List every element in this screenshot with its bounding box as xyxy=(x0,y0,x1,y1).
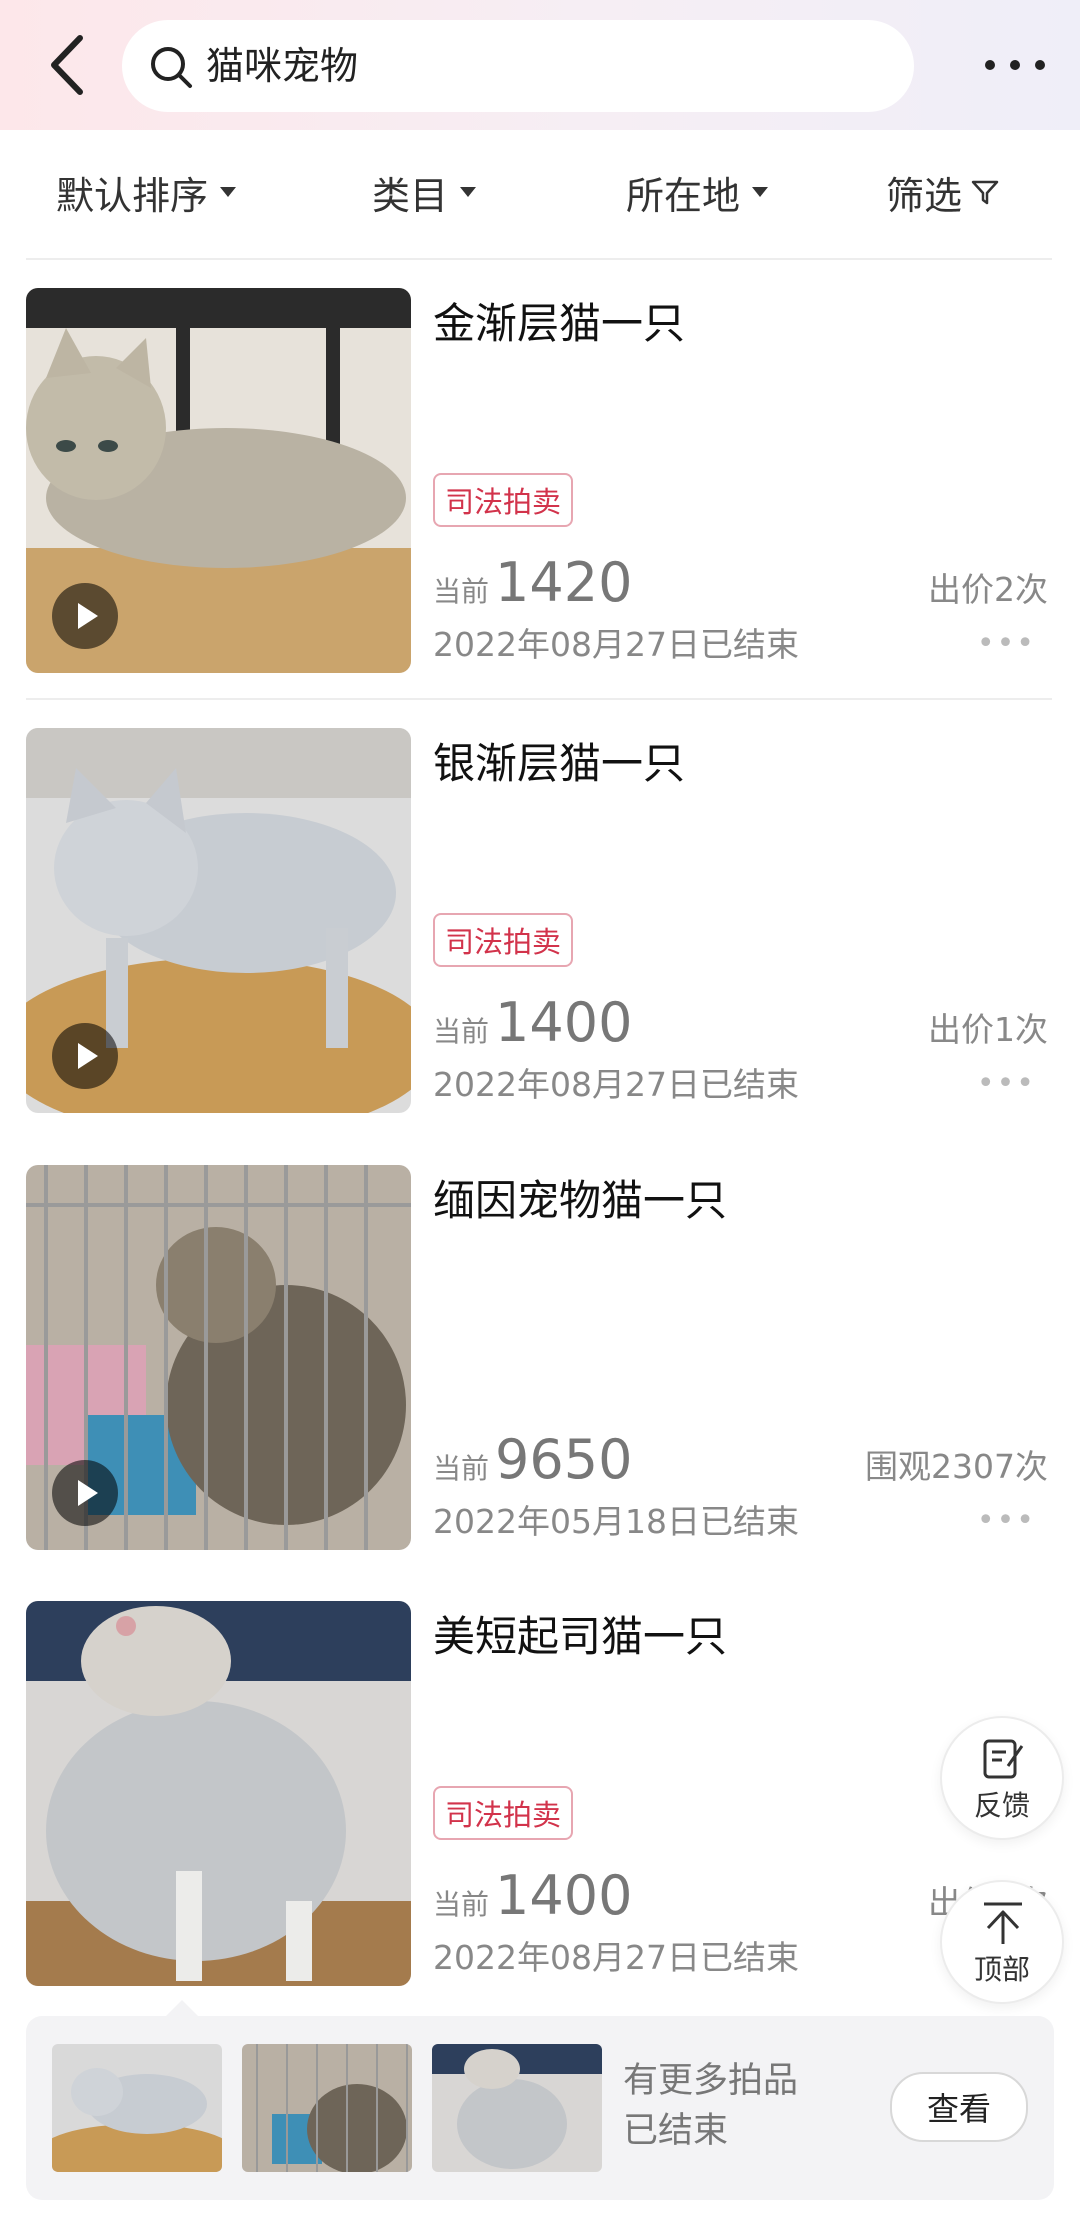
back-to-top-button[interactable]: 顶部 xyxy=(940,1880,1064,2004)
end-date: 2022年08月27日已结束 xyxy=(433,625,799,664)
item-title: 缅因宠物猫一只 xyxy=(433,1176,728,1225)
price-label: 当前 xyxy=(433,1015,490,1048)
item-thumbnail[interactable] xyxy=(26,1601,411,1986)
view-count: 围观2307次 xyxy=(865,1447,1048,1486)
divider xyxy=(26,258,1052,260)
item-thumbnail[interactable] xyxy=(26,728,411,1113)
price-label: 当前 xyxy=(433,1452,490,1485)
price-row: 当前 9650 xyxy=(433,1428,632,1491)
price-value: 9650 xyxy=(495,1428,633,1491)
price-value: 1400 xyxy=(495,991,633,1054)
more-options-icon[interactable] xyxy=(980,40,1050,90)
item-title: 金渐层猫一只 xyxy=(433,299,686,348)
caret-down-icon xyxy=(752,187,769,197)
price-value: 1400 xyxy=(495,1864,633,1927)
filter-location[interactable]: 所在地 xyxy=(626,160,769,224)
item-thumbnail[interactable] xyxy=(26,1165,411,1550)
search-icon xyxy=(151,47,192,88)
filter-screen-label: 筛选 xyxy=(886,173,963,218)
filter-screen[interactable]: 筛选 xyxy=(886,160,1000,224)
list-item[interactable]: 银渐层猫一只 司法拍卖 当前 1400 出价1次 2022年08月27日已结束 … xyxy=(0,728,1080,1128)
filter-category-label: 类目 xyxy=(372,173,449,218)
cat-photo xyxy=(26,1601,411,1986)
list-item[interactable]: 美短起司猫一只 司法拍卖 当前 1400 出价1次 2022年08月27日已结束 xyxy=(0,1601,1080,2001)
price-label: 当前 xyxy=(433,1888,490,1921)
top-label: 顶部 xyxy=(973,1953,1030,1986)
cat-photo xyxy=(242,2044,412,2172)
feedback-label: 反馈 xyxy=(973,1789,1030,1822)
list-item[interactable]: 缅因宠物猫一只 当前 9650 围观2307次 2022年05月18日已结束 •… xyxy=(0,1165,1080,1565)
banner-thumbnail xyxy=(242,2044,412,2172)
cat-photo xyxy=(432,2044,602,2172)
more-dots-icon[interactable]: ••• xyxy=(977,1066,1036,1101)
end-date: 2022年08月27日已结束 xyxy=(433,1938,799,1977)
status-badge: 司法拍卖 xyxy=(433,473,574,527)
list-item[interactable]: 金渐层猫一只 司法拍卖 当前 1420 出价2次 2022年08月27日已结束 … xyxy=(0,288,1080,688)
feedback-button[interactable]: 反馈 xyxy=(940,1716,1064,1840)
price-row: 当前 1400 xyxy=(433,1864,632,1927)
filter-sort-label: 默认排序 xyxy=(56,173,209,218)
more-dots-icon[interactable]: ••• xyxy=(977,626,1036,661)
play-video-icon[interactable] xyxy=(52,583,118,649)
banner-thumbnail xyxy=(52,2044,222,2172)
back-arrow-icon[interactable] xyxy=(40,30,100,100)
bid-count: 出价1次 xyxy=(928,1010,1048,1049)
item-title: 银渐层猫一只 xyxy=(433,739,686,788)
caret-down-icon xyxy=(220,187,237,197)
more-dots-icon[interactable]: ••• xyxy=(977,1503,1036,1538)
arrow-up-icon xyxy=(984,1902,1022,1944)
filter-bar: 默认排序 类目 所在地 筛选 xyxy=(0,130,1080,258)
item-thumbnail[interactable] xyxy=(26,288,411,673)
filter-category[interactable]: 类目 xyxy=(372,160,477,224)
banner-thumbnail xyxy=(432,2044,602,2172)
cat-photo xyxy=(52,2044,222,2172)
funnel-icon xyxy=(971,180,999,205)
filter-location-label: 所在地 xyxy=(626,173,741,218)
play-video-icon[interactable] xyxy=(52,1460,118,1526)
end-date: 2022年05月18日已结束 xyxy=(433,1502,799,1541)
top-bar: 猫咪宠物 xyxy=(0,0,1080,130)
search-input[interactable]: 猫咪宠物 xyxy=(122,20,914,112)
play-video-icon[interactable] xyxy=(52,1023,118,1089)
divider xyxy=(26,698,1052,700)
price-label: 当前 xyxy=(433,575,490,608)
bid-count: 出价2次 xyxy=(928,570,1048,609)
status-badge: 司法拍卖 xyxy=(433,913,574,967)
status-badge: 司法拍卖 xyxy=(433,1786,574,1840)
price-value: 1420 xyxy=(495,551,633,614)
banner-text: 有更多拍品 已结束 xyxy=(623,2056,798,2156)
banner-line-2: 已结束 xyxy=(623,2111,729,2151)
more-ended-banner[interactable]: 有更多拍品 已结束 查看 xyxy=(26,2000,1054,2200)
view-button[interactable]: 查看 xyxy=(890,2072,1028,2142)
edit-note-icon xyxy=(983,1739,1024,1779)
price-row: 当前 1420 xyxy=(433,551,632,614)
caret-down-icon xyxy=(460,187,477,197)
search-query: 猫咪宠物 xyxy=(206,44,359,88)
item-title: 美短起司猫一只 xyxy=(433,1612,728,1661)
filter-sort[interactable]: 默认排序 xyxy=(56,160,237,224)
banner-line-1: 有更多拍品 xyxy=(623,2061,799,2101)
price-row: 当前 1400 xyxy=(433,991,632,1054)
end-date: 2022年08月27日已结束 xyxy=(433,1065,799,1104)
